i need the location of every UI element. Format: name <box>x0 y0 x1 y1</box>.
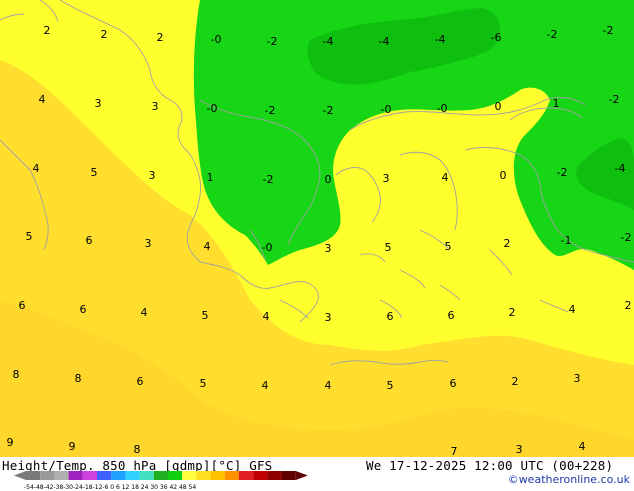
contour-label: 5 <box>385 241 392 254</box>
contour-label: -2 <box>603 24 614 37</box>
contour-label: -2 <box>621 231 632 244</box>
colorbar-segment <box>125 471 140 480</box>
colorbar-left-arrow <box>14 471 26 480</box>
contour-label: 5 <box>91 166 98 179</box>
contour-label: 4 <box>33 162 40 175</box>
contour-label: 3 <box>516 443 523 456</box>
contour-label: 6 <box>448 309 455 322</box>
colorbar-segment <box>224 471 239 480</box>
contour-label: 6 <box>19 299 26 312</box>
contour-label: -4 <box>323 35 334 48</box>
contour-label: 3 <box>152 100 159 113</box>
contour-label: -2 <box>265 104 276 117</box>
contour-label: 3 <box>574 372 581 385</box>
contour-label: 4 <box>263 310 270 323</box>
colorbar-segment <box>97 471 112 480</box>
contour-label: 6 <box>450 377 457 390</box>
contour-label: 4 <box>325 379 332 392</box>
contour-label: 4 <box>204 240 211 253</box>
contour-label: -2 <box>267 35 278 48</box>
footer-bar: Height/Temp. 850 hPa [gdmp][°C] GFS We 1… <box>0 457 634 491</box>
contour-label: -0 <box>437 102 448 115</box>
valid-time: We 17-12-2025 12:00 UTC (00+228) <box>366 458 614 473</box>
contour-label: 1 <box>207 171 214 184</box>
contour-label: 3 <box>325 242 332 255</box>
colorbar-segment <box>153 471 168 480</box>
contour-label: -2 <box>557 166 568 179</box>
colorbar-segment <box>281 471 296 480</box>
contour-label: 0 <box>495 100 502 113</box>
contour-label: 4 <box>262 379 269 392</box>
contour-label: 8 <box>13 368 20 381</box>
contour-label: 4 <box>442 171 449 184</box>
colorbar-segment <box>239 471 254 480</box>
contour-label: 6 <box>387 310 394 323</box>
contour-label: -4 <box>379 35 390 48</box>
contour-label: 2 <box>504 237 511 250</box>
contour-label: 2 <box>157 31 164 44</box>
contour-label: -2 <box>609 93 620 106</box>
contour-label: 4 <box>579 440 586 453</box>
contour-label: 4 <box>569 303 576 316</box>
contour-label: 1 <box>553 97 560 110</box>
weather-map: 2 2 2 -0 -2 -4 -4 -4 -6 -2 -2 4 3 3 -0 -2 -2 -0 -0 0 1 -2 4 5 3 1… <box>0 0 634 457</box>
contour-label: -2 <box>323 104 334 117</box>
colorbar-right-arrow <box>295 471 308 480</box>
contour-label: 9 <box>7 436 14 449</box>
contour-label: 2 <box>509 306 516 319</box>
colorbar-segment <box>26 471 41 480</box>
contour-label: -6 <box>491 31 502 44</box>
contour-label: 2 <box>512 375 519 388</box>
colorbar-segment <box>111 471 126 480</box>
colorbar-segment <box>210 471 225 480</box>
contour-label: 0 <box>500 169 507 182</box>
contour-label: 3 <box>325 311 332 324</box>
contour-label: 4 <box>141 306 148 319</box>
contour-label: -2 <box>547 28 558 41</box>
colorbar-segment <box>139 471 154 480</box>
contour-label: 4 <box>39 93 46 106</box>
contour-label: 5 <box>26 230 33 243</box>
colorbar-segment <box>40 471 55 480</box>
contour-label: 8 <box>134 443 141 456</box>
contour-label: -0 <box>207 102 218 115</box>
contour-label: -1 <box>561 234 572 247</box>
contour-label: 5 <box>445 240 452 253</box>
contour-label: 3 <box>95 97 102 110</box>
contour-label: 2 <box>44 24 51 37</box>
contour-label: 8 <box>75 372 82 385</box>
contour-label: 3 <box>145 237 152 250</box>
colorbar-segment <box>54 471 69 480</box>
watermark[interactable]: ©weatheronline.co.uk <box>508 473 630 486</box>
contour-label: 5 <box>200 377 207 390</box>
colorbar-segment <box>267 471 282 480</box>
contour-label: 2 <box>101 28 108 41</box>
contour-label: 5 <box>387 379 394 392</box>
colorbar-segment <box>196 471 211 480</box>
contour-label: 6 <box>86 234 93 247</box>
contour-label: 6 <box>80 303 87 316</box>
contour-label: 7 <box>451 445 458 457</box>
colorbar-segment <box>253 471 268 480</box>
contour-label: 3 <box>149 169 156 182</box>
colorbar-segment <box>182 471 197 480</box>
colorbar <box>14 471 308 480</box>
colorbar-segment <box>82 471 97 480</box>
contour-label: -4 <box>615 162 626 175</box>
contour-label: 0 <box>325 173 332 186</box>
contour-label: 6 <box>137 375 144 388</box>
contour-label: -0 <box>262 241 273 254</box>
colorbar-segment <box>168 471 183 480</box>
contour-label: 5 <box>202 309 209 322</box>
colorbar-segment <box>68 471 83 480</box>
contour-label: -2 <box>263 173 274 186</box>
contour-label: 2 <box>625 299 632 312</box>
contour-label: 3 <box>383 172 390 185</box>
contour-label: 9 <box>69 440 76 453</box>
contour-label: -4 <box>435 33 446 46</box>
contour-label: -0 <box>381 103 392 116</box>
contour-label: -0 <box>211 33 222 46</box>
